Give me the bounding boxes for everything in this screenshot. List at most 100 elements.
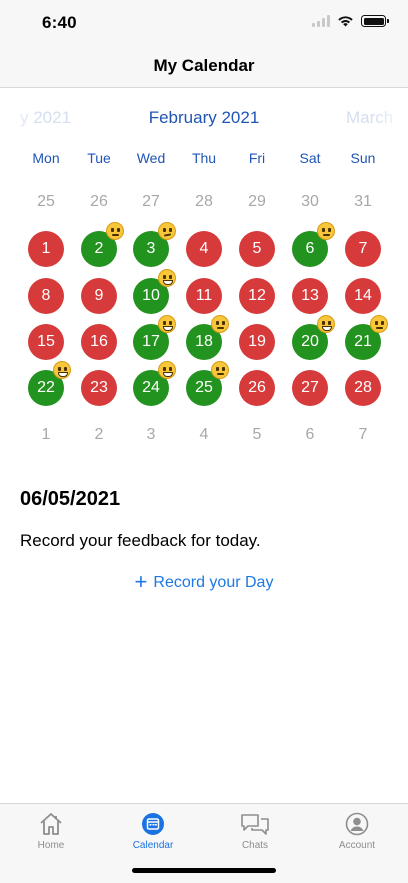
day-number: 15: [37, 333, 55, 350]
calendar-day[interactable]: 17: [133, 315, 176, 360]
day-number: 9: [94, 287, 104, 304]
calendar-day-outside-month: 25: [28, 184, 64, 220]
day-number: 27: [301, 379, 319, 396]
day-number: 8: [41, 287, 51, 304]
day-number: 23: [90, 379, 108, 396]
smile-face-icon: [53, 361, 71, 379]
smile-face-icon: [158, 269, 176, 287]
calendar-day[interactable]: 1: [28, 231, 64, 267]
day-number: 27: [142, 193, 160, 210]
calendar-day-outside-month: 26: [81, 184, 117, 220]
day-number: 29: [248, 193, 266, 210]
calendar-day[interactable]: 5: [239, 231, 275, 267]
calendar-day[interactable]: 11: [186, 278, 222, 314]
tab-calendar[interactable]: Calendar: [118, 810, 188, 851]
calendar-day[interactable]: 3: [133, 222, 176, 267]
tab-home[interactable]: Home: [16, 810, 86, 851]
day-number: 5: [252, 426, 262, 443]
calendar-day[interactable]: 8: [28, 278, 64, 314]
calendar-day[interactable]: 21: [345, 315, 388, 360]
calendar-day-outside-month: 30: [292, 184, 328, 220]
calendar-day[interactable]: 12: [239, 278, 275, 314]
tab-chats[interactable]: Chats: [220, 810, 290, 851]
day-number: 7: [358, 426, 368, 443]
day-number: 2: [94, 426, 104, 443]
calendar-day[interactable]: 19: [239, 324, 275, 360]
day-number: 12: [248, 287, 266, 304]
day-number: 21: [354, 333, 372, 350]
calendar-day-outside-month: 2: [81, 417, 117, 453]
calendar-day[interactable]: 14: [345, 278, 381, 314]
day-number: 5: [252, 240, 262, 257]
calendar-day[interactable]: 27: [292, 370, 328, 406]
day-number: 17: [142, 333, 160, 350]
calendar-day[interactable]: 24: [133, 361, 176, 406]
day-number: 1: [41, 426, 51, 443]
home-icon: [40, 813, 62, 835]
smile-face-icon: [158, 315, 176, 333]
plus-icon: +: [134, 569, 148, 594]
day-number: 26: [90, 193, 108, 210]
day-number: 4: [199, 426, 209, 443]
day-number: 3: [146, 240, 156, 257]
calendar-day[interactable]: 28: [345, 370, 381, 406]
day-number: 31: [354, 193, 372, 210]
calendar-day[interactable]: 9: [81, 278, 117, 314]
tab-account-label: Account: [338, 840, 376, 851]
day-number: 25: [195, 379, 213, 396]
neutral-face-icon: [106, 222, 124, 240]
calendar-day[interactable]: 2: [81, 222, 124, 267]
calendar-day[interactable]: 7: [345, 231, 381, 267]
tab-home-label: Home: [37, 840, 65, 851]
record-day-button[interactable]: + Record your Day: [0, 569, 408, 595]
smile-face-icon: [317, 315, 335, 333]
day-number: 4: [199, 240, 209, 257]
day-number: 11: [195, 287, 213, 304]
day-number: 7: [358, 240, 368, 257]
calendar-day[interactable]: 18: [186, 315, 229, 360]
day-number: 24: [142, 379, 160, 396]
day-number: 14: [354, 287, 372, 304]
calendar-day-outside-month: 5: [239, 417, 275, 453]
account-icon: [345, 812, 369, 836]
calendar-icon: [142, 813, 164, 835]
day-number: 19: [248, 333, 266, 350]
calendar-day[interactable]: 26: [239, 370, 275, 406]
calendar-day[interactable]: 16: [81, 324, 117, 360]
day-number: 28: [354, 379, 372, 396]
calendar-day-outside-month: 1: [28, 417, 64, 453]
tab-account[interactable]: Account: [322, 810, 392, 851]
calendar-day[interactable]: 10: [133, 269, 176, 314]
calendar-day-outside-month: 3: [133, 417, 169, 453]
neutral-face-icon: [211, 315, 229, 333]
calendar-day-outside-month: 31: [345, 184, 381, 220]
day-number: 28: [195, 193, 213, 210]
calendar-day[interactable]: 25: [186, 361, 229, 406]
home-indicator: [132, 868, 276, 873]
neutral-face-icon: [211, 361, 229, 379]
neutral-face-icon: [317, 222, 335, 240]
calendar-day[interactable]: 15: [28, 324, 64, 360]
neutral-face-icon: [370, 315, 388, 333]
day-number: 25: [37, 193, 55, 210]
calendar-day[interactable]: 22: [28, 361, 71, 406]
day-number: 20: [301, 333, 319, 350]
tab-chats-label: Chats: [241, 840, 269, 851]
day-number: 18: [195, 333, 213, 350]
calendar-day-outside-month: 4: [186, 417, 222, 453]
record-day-label: Record your Day: [153, 574, 274, 591]
smile-face-icon: [158, 361, 176, 379]
selected-date: 06/05/2021: [20, 488, 121, 510]
tab-calendar-label: Calendar: [132, 840, 174, 851]
calendar-day-outside-month: 6: [292, 417, 328, 453]
calendar-day[interactable]: 23: [81, 370, 117, 406]
calendar-day[interactable]: 20: [292, 315, 335, 360]
day-number: 2: [94, 240, 104, 257]
calendar-day[interactable]: 6: [292, 222, 335, 267]
day-number: 6: [305, 240, 315, 257]
calendar-day[interactable]: 4: [186, 231, 222, 267]
calendar-day[interactable]: 13: [292, 278, 328, 314]
day-number: 3: [146, 426, 156, 443]
day-number: 10: [142, 287, 160, 304]
day-number: 16: [90, 333, 108, 350]
